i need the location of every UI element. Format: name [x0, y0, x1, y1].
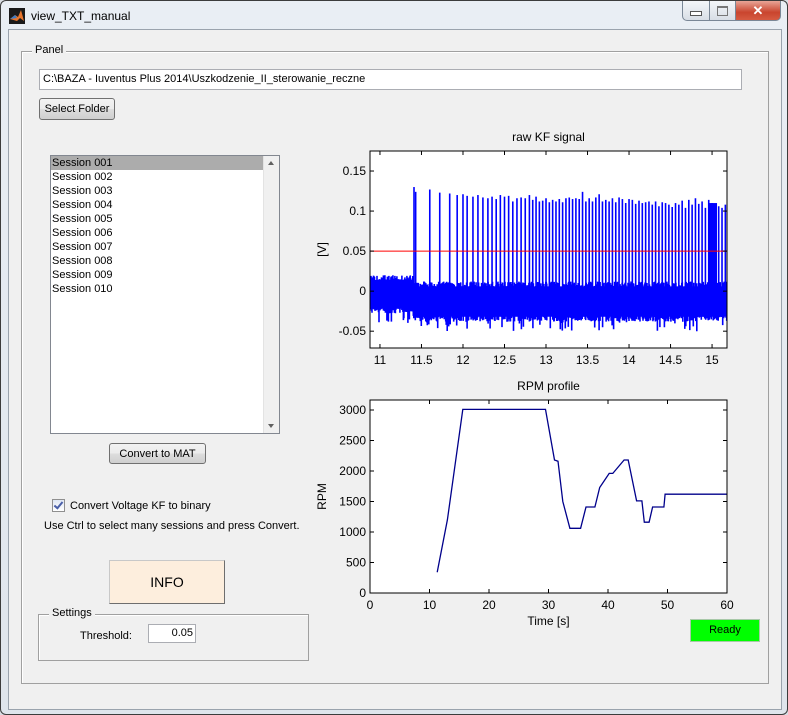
listbox-scrollbar[interactable]: [263, 156, 279, 433]
settings-legend: Settings: [49, 607, 95, 619]
session-list-item[interactable]: Session 006: [51, 226, 263, 240]
session-list-item[interactable]: Session 007: [51, 240, 263, 254]
session-list-item[interactable]: Session 008: [51, 254, 263, 268]
session-list-item[interactable]: Session 001: [51, 156, 263, 170]
session-list-item[interactable]: Session 005: [51, 212, 263, 226]
settings-panel: Settings Threshold:: [38, 607, 309, 661]
convert-binary-checkbox-row[interactable]: Convert Voltage KF to binary: [52, 499, 211, 512]
info-button[interactable]: INFO: [109, 560, 225, 604]
session-list-item[interactable]: Session 002: [51, 170, 263, 184]
session-list-item[interactable]: Session 010: [51, 282, 263, 296]
convert-to-mat-button[interactable]: Convert to MAT: [109, 443, 206, 464]
usage-hint: Use Ctrl to select many sessions and pre…: [44, 520, 300, 532]
close-icon: ✕: [752, 2, 764, 18]
minimize-icon: [690, 10, 702, 16]
threshold-label: Threshold:: [80, 630, 132, 642]
session-list-item[interactable]: Session 004: [51, 198, 263, 212]
session-listbox[interactable]: Session 001 Session 002 Session 003 Session…: [50, 155, 280, 434]
title-bar[interactable]: view_TXT_manual ✕: [1, 1, 787, 31]
scroll-up-arrow-icon[interactable]: [268, 161, 274, 165]
status-indicator: Ready: [690, 619, 760, 642]
session-list-item[interactable]: Session 009: [51, 268, 263, 282]
session-list: Session 001 Session 002 Session 003 Session…: [51, 156, 263, 296]
folder-path-field[interactable]: C:\BAZA - Iuventus Plus 2014\Uszkodzenie…: [39, 69, 742, 90]
threshold-input[interactable]: [148, 624, 196, 643]
maximize-button[interactable]: [710, 1, 736, 21]
convert-binary-checkbox[interactable]: [52, 499, 65, 512]
select-folder-button[interactable]: Select Folder: [39, 98, 115, 120]
scroll-down-arrow-icon[interactable]: [268, 424, 274, 428]
app-window: view_TXT_manual ✕ Panel C:\BAZA - Iuvent…: [0, 0, 788, 715]
window-title: view_TXT_manual: [31, 9, 131, 23]
matlab-logo-icon: [9, 8, 25, 24]
maximize-icon: [717, 5, 728, 16]
figure-area: Panel C:\BAZA - Iuventus Plus 2014\Uszko…: [8, 29, 782, 710]
convert-binary-label: Convert Voltage KF to binary: [70, 499, 211, 512]
session-list-item[interactable]: Session 003: [51, 184, 263, 198]
close-button[interactable]: ✕: [736, 1, 781, 21]
panel-legend: Panel: [32, 44, 67, 56]
minimize-button[interactable]: [682, 1, 710, 21]
